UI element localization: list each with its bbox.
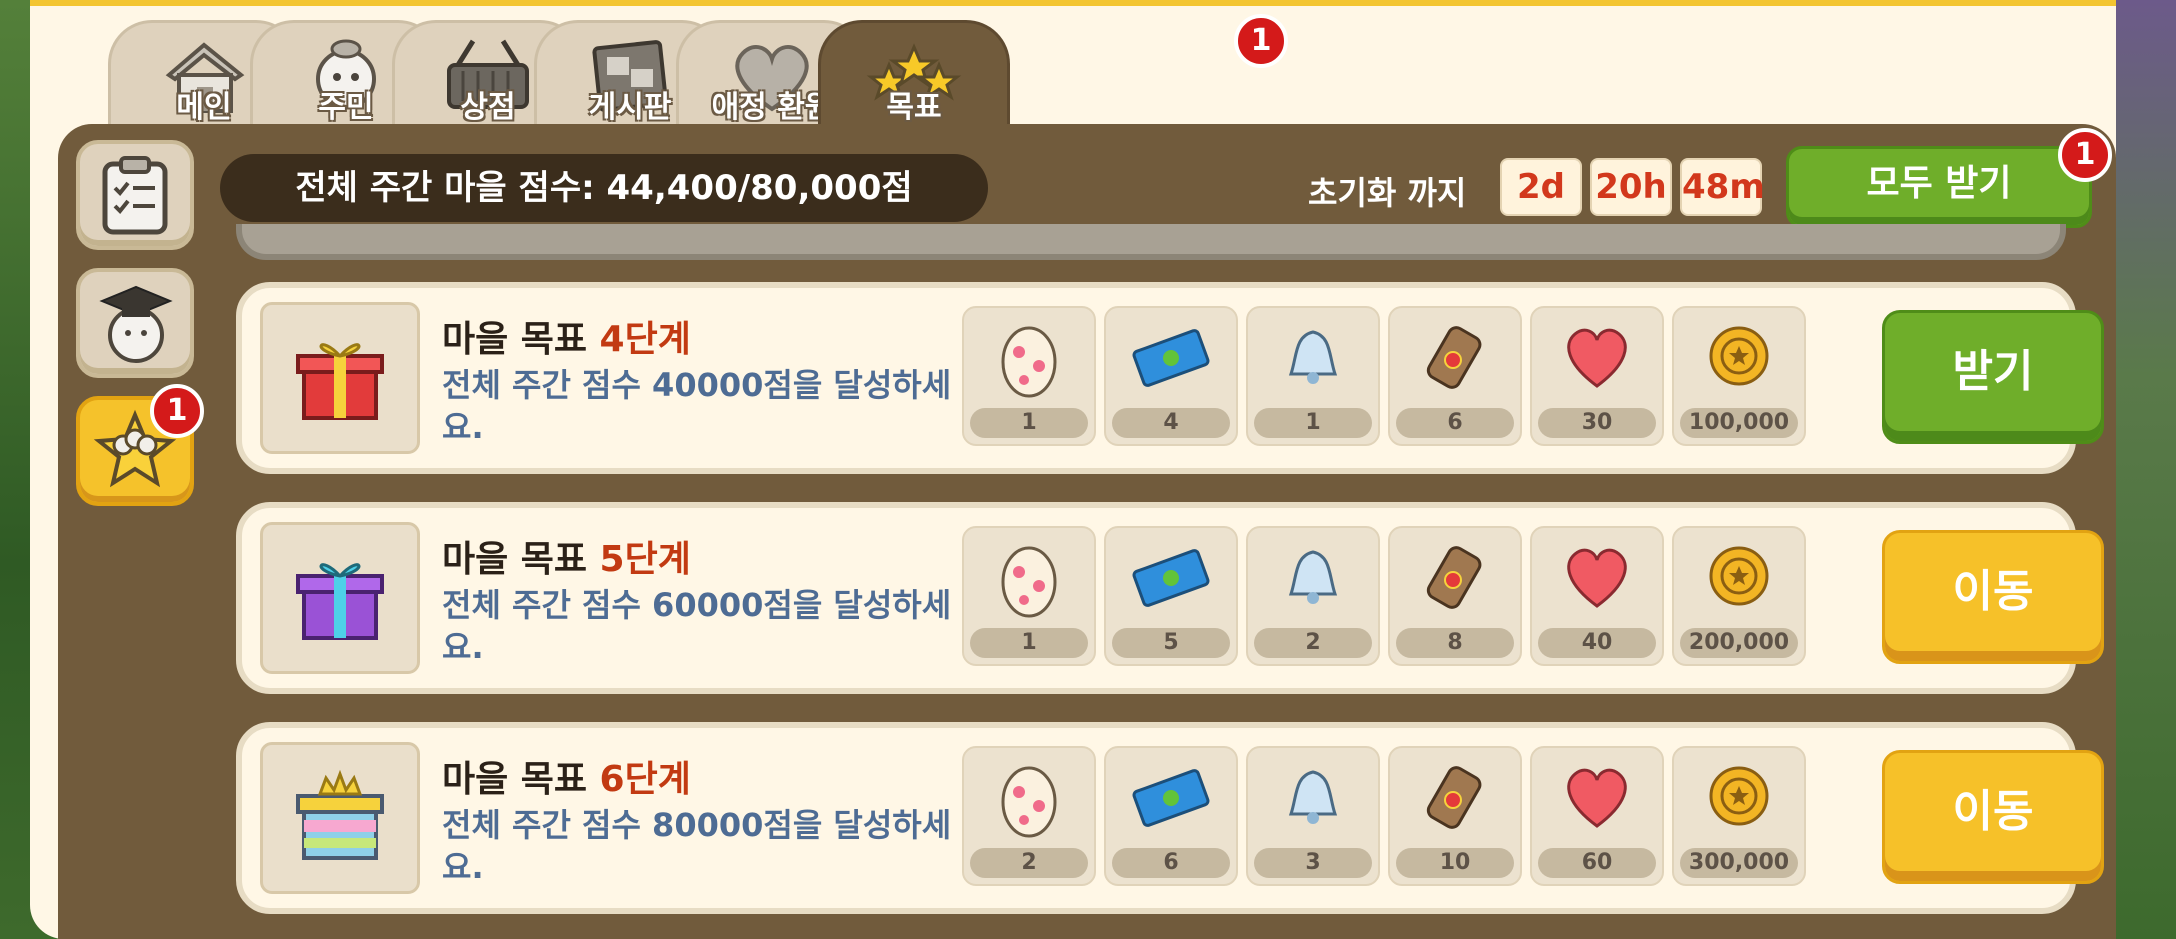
reward-bell: 2 — [1246, 526, 1380, 666]
sidebar-item-missions[interactable] — [76, 140, 194, 250]
reward-ticket: 4 — [1104, 306, 1238, 446]
reward-count: 300,000 — [1680, 848, 1798, 878]
reward-coin: 100,000 — [1672, 306, 1806, 446]
red-gift-icon — [296, 343, 384, 420]
claim-button[interactable]: 받기 — [1882, 310, 2104, 444]
reward-count: 2 — [970, 848, 1088, 878]
tab-goals[interactable]: 목표 — [818, 20, 1010, 132]
goal-row-stage-6: 마을 목표 6단계 전체 주간 점수 80000점을 달성하세요. 2 6 3 … — [236, 722, 2104, 914]
reward-count: 40 — [1538, 628, 1656, 658]
reward-count: 8 — [1396, 628, 1514, 658]
bell-icon — [1288, 770, 1338, 824]
goal-description: 전체 주간 점수 60000점을 달성하세요. — [442, 586, 952, 666]
reward-count: 1 — [1254, 408, 1372, 438]
egg-icon — [1001, 546, 1057, 618]
reward-count: 5 — [1112, 628, 1230, 658]
reward-heart: 40 — [1530, 526, 1664, 666]
reward-egg: 1 — [962, 306, 1096, 446]
goal-stage: 4단계 — [599, 319, 691, 360]
graduate-icon — [99, 285, 173, 363]
clipboard-icon — [102, 156, 168, 235]
ticket-icon — [1132, 329, 1210, 387]
goal-title: 마을 목표 6단계 — [442, 759, 691, 800]
tab-goals-badge: 1 — [1234, 14, 1288, 68]
weekly-village-score: 전체 주간 마을 점수: 44,400/80,000점 — [220, 154, 988, 222]
rainbow-gift-icon — [296, 769, 384, 860]
goal-panel: 1 전체 주간 마을 점수: 44,400/80,000점 초기화 까지 2d … — [58, 124, 2116, 939]
gift-slot — [260, 302, 420, 454]
claim-all-badge: 1 — [2058, 128, 2112, 182]
go-button[interactable]: 이동 — [1882, 750, 2104, 884]
goal-description: 전체 주간 점수 40000점을 달성하세요. — [442, 366, 952, 446]
reward-coin: 200,000 — [1672, 526, 1806, 666]
bell-icon — [1288, 330, 1338, 384]
goal-stage: 5단계 — [599, 539, 691, 580]
coin-icon — [1709, 546, 1769, 606]
reward-count: 30 — [1538, 408, 1656, 438]
reward-scroll: 8 — [1388, 526, 1522, 666]
background-right — [2106, 0, 2176, 939]
reward-count: 60 — [1538, 848, 1656, 878]
tab-label: 목표 — [886, 90, 942, 125]
reward-egg: 1 — [962, 526, 1096, 666]
reward-count: 100,000 — [1680, 408, 1798, 438]
go-button[interactable]: 이동 — [1882, 530, 2104, 664]
reward-egg: 2 — [962, 746, 1096, 886]
reward-count: 10 — [1396, 848, 1514, 878]
heart-icon — [1567, 768, 1627, 828]
scroll-icon — [1426, 546, 1482, 609]
goal-title: 마을 목표 4단계 — [442, 319, 691, 360]
reward-coin: 300,000 — [1672, 746, 1806, 886]
heart-icon — [1567, 548, 1627, 608]
reward-count: 1 — [970, 628, 1088, 658]
goal-title: 마을 목표 5단계 — [442, 539, 691, 580]
scroll-icon — [1426, 326, 1482, 389]
reward-bell: 1 — [1246, 306, 1380, 446]
reward-count: 6 — [1396, 408, 1514, 438]
reward-heart: 60 — [1530, 746, 1664, 886]
reward-count: 4 — [1112, 408, 1230, 438]
purple-gift-icon — [296, 563, 384, 640]
heart-icon — [1567, 328, 1627, 388]
ticket-icon — [1132, 769, 1210, 827]
gift-slot — [260, 522, 420, 674]
coin-icon — [1709, 766, 1769, 826]
reward-count: 6 — [1112, 848, 1230, 878]
bell-icon — [1288, 550, 1338, 604]
reward-count: 200,000 — [1680, 628, 1798, 658]
reward-bell: 3 — [1246, 746, 1380, 886]
reset-minutes: 48m — [1680, 158, 1765, 216]
reset-days: 2d — [1500, 158, 1582, 216]
reward-count: 2 — [1254, 628, 1372, 658]
reset-countdown-label: 초기화 까지 — [1308, 174, 1467, 212]
scroll-icon — [1426, 766, 1482, 829]
egg-icon — [1001, 766, 1057, 838]
reward-count: 3 — [1254, 848, 1372, 878]
goal-stage: 6단계 — [599, 759, 691, 800]
goal-row-stage-4: 마을 목표 4단계 전체 주간 점수 40000점을 달성하세요. 1 4 1 … — [236, 282, 2104, 474]
coin-icon — [1709, 326, 1769, 386]
reward-ticket: 5 — [1104, 526, 1238, 666]
ticket-icon — [1132, 549, 1210, 607]
reward-heart: 30 — [1530, 306, 1664, 446]
reward-scroll: 10 — [1388, 746, 1522, 886]
goal-row-stage-5: 마을 목표 5단계 전체 주간 점수 60000점을 달성하세요. 1 5 2 … — [236, 502, 2104, 694]
previous-goal-row — [236, 224, 2066, 260]
sidebar-goals-badge: 1 — [150, 384, 204, 438]
goal-description: 전체 주간 점수 80000점을 달성하세요. — [442, 806, 952, 886]
sidebar-item-academy[interactable] — [76, 268, 194, 378]
claim-all-button[interactable]: 모두 받기 — [1786, 146, 2092, 228]
reward-scroll: 6 — [1388, 306, 1522, 446]
gift-slot — [260, 742, 420, 894]
reward-count: 1 — [970, 408, 1088, 438]
reset-hours: 20h — [1590, 158, 1672, 216]
reward-ticket: 6 — [1104, 746, 1238, 886]
egg-icon — [1001, 326, 1057, 398]
